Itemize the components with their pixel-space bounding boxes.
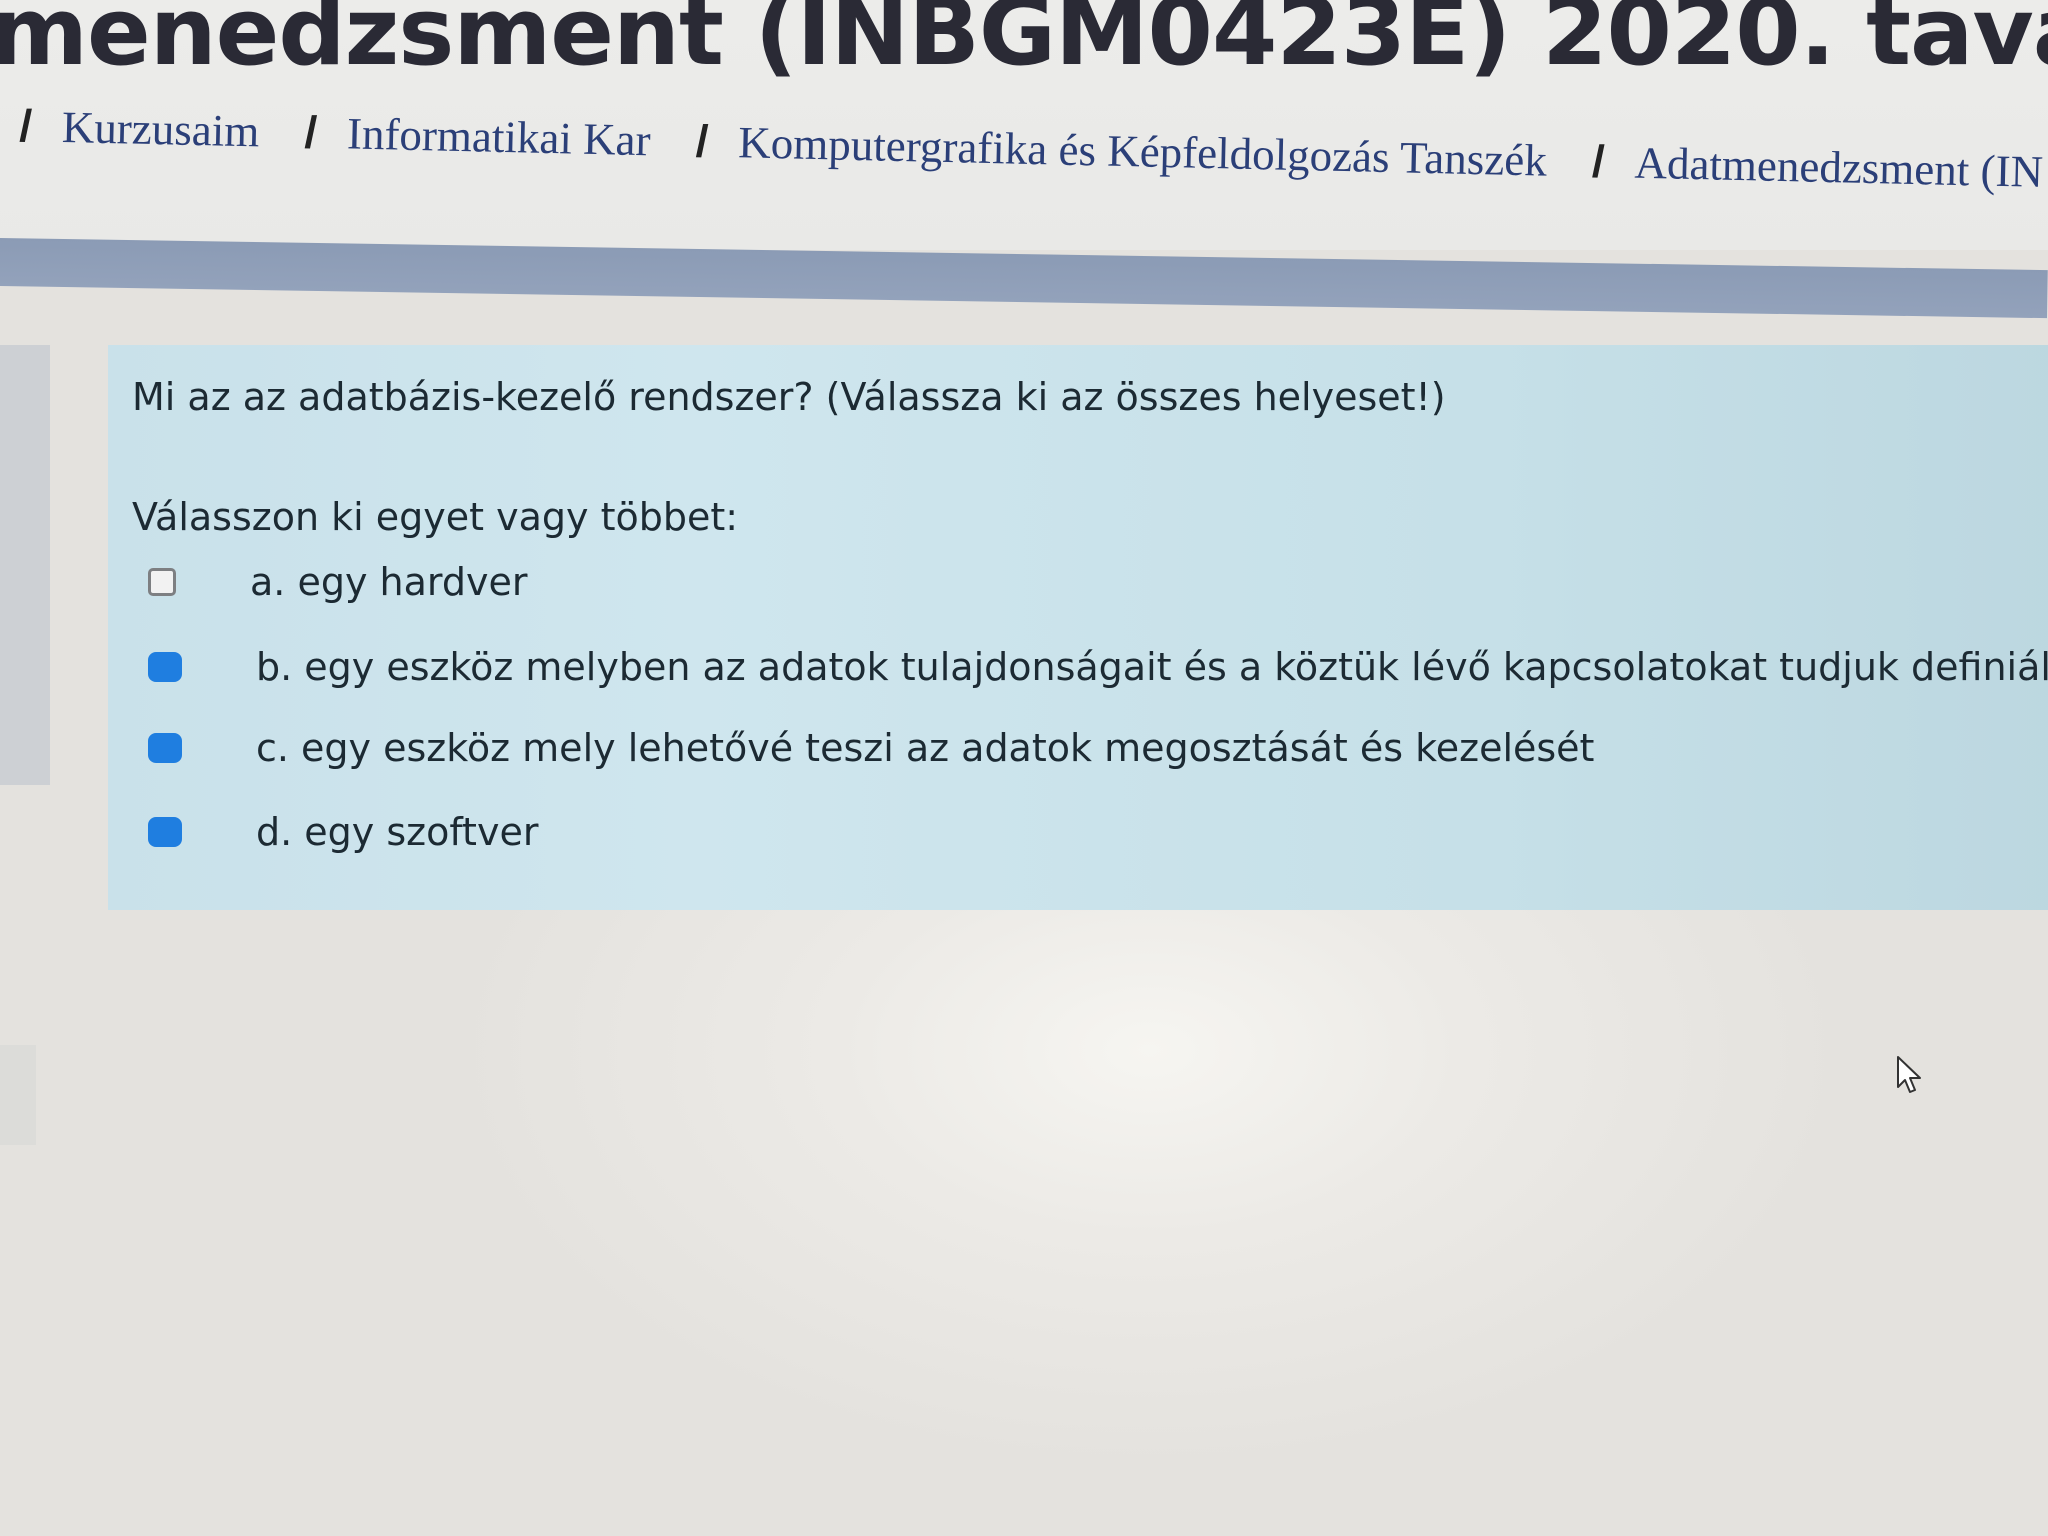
question-info-panel [0, 345, 50, 785]
checkbox-d[interactable] [148, 817, 182, 847]
breadcrumb-separator: / [303, 106, 318, 158]
checkbox-b[interactable] [148, 652, 182, 682]
header-divider-bar [0, 238, 2048, 319]
answer-label-a: a. egy hardver [250, 560, 528, 604]
answer-label-d: d. egy szoftver [256, 810, 539, 854]
answer-label-c: c. egy eszköz mely lehetővé teszi az ada… [256, 726, 1595, 770]
breadcrumb-item-tanszek[interactable]: Komputergrafika és Képfeldolgozás Tanszé… [738, 117, 1548, 185]
question-prompt: Válasszon ki egyet vagy többet: [132, 495, 739, 539]
breadcrumb-separator: / [18, 100, 33, 152]
question-box: Mi az az adatbázis-kezelő rendszer? (Vál… [108, 345, 2048, 910]
answer-label-b: b. egy eszköz melyben az adatok tulajdon… [256, 645, 2048, 689]
checkbox-a[interactable] [148, 568, 176, 596]
mouse-pointer-icon [1897, 1056, 1921, 1093]
course-title: menedzsment (INBGM0423E) 2020. tavasz [0, 0, 2048, 87]
answer-option-a[interactable]: a. egy hardver [148, 552, 2008, 612]
breadcrumb-separator: / [1591, 135, 1606, 187]
checkbox-c[interactable] [148, 733, 182, 763]
answer-option-d[interactable]: d. egy szoftver [148, 802, 2008, 862]
side-panel-edge [0, 1045, 36, 1145]
question-text: Mi az az adatbázis-kezelő rendszer? (Vál… [132, 375, 1446, 419]
breadcrumb-separator: / [695, 115, 709, 167]
answer-option-b[interactable]: b. egy eszköz melyben az adatok tulajdon… [148, 637, 2048, 697]
header-area: menedzsment (INBGM0423E) 2020. tavasz / K… [0, 0, 2048, 250]
page: menedzsment (INBGM0423E) 2020. tavasz / K… [0, 0, 2048, 1536]
answer-option-c[interactable]: c. egy eszköz mely lehetővé teszi az ada… [148, 718, 2008, 778]
breadcrumb-item-course[interactable]: Adatmenedzsment (IN [1634, 138, 2044, 197]
breadcrumb-item-kurzusaim[interactable]: Kurzusaim [61, 102, 260, 156]
breadcrumb: / Kurzusaim / Informatikai Kar / Komputergr… [18, 100, 2048, 236]
breadcrumb-item-informatikai-kar[interactable]: Informatikai Kar [346, 108, 651, 165]
